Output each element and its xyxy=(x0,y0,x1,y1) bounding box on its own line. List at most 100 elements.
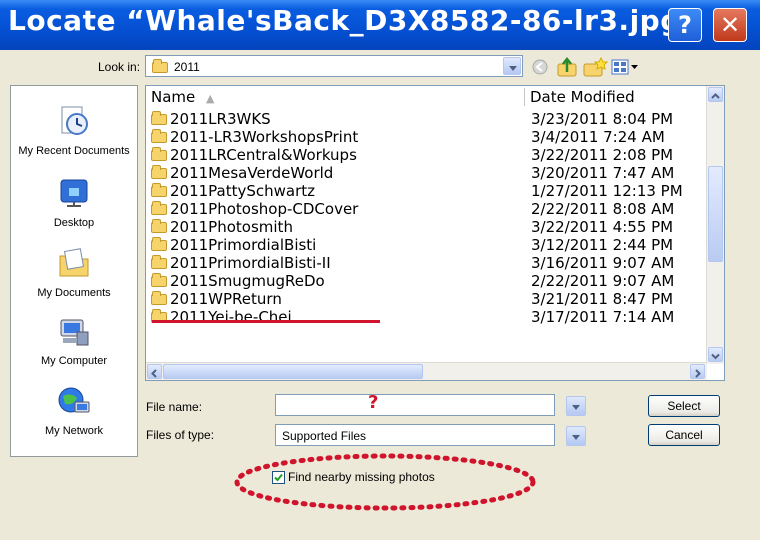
row-name: 2011LRCentral&Workups xyxy=(151,146,357,164)
file-row[interactable]: 2011PrimordialBisti 3/12/2011 2:44 PM xyxy=(146,236,706,254)
find-nearby-label: Find nearby missing photos xyxy=(288,470,435,484)
folder-icon xyxy=(152,59,168,73)
places-bar: My Recent Documents Desktop My Documents xyxy=(10,85,138,457)
file-row[interactable]: 2011Photosmith 3/22/2011 4:55 PM xyxy=(146,218,706,236)
file-row[interactable]: 2011Photoshop-CDCover 2/22/2011 8:08 AM xyxy=(146,200,706,218)
files-of-type-label: Files of type: xyxy=(146,428,215,442)
file-row[interactable]: 2011PrimordialBisti-II 3/16/2011 9:07 AM xyxy=(146,254,706,272)
column-header-name[interactable]: Name ▲ xyxy=(151,88,215,108)
my-network-icon xyxy=(58,387,90,413)
folder-icon xyxy=(151,183,167,197)
file-name-input[interactable]: ? xyxy=(275,392,555,416)
folder-name: 2011PrimordialBisti xyxy=(170,236,317,254)
folder-name: 2011LRCentral&Workups xyxy=(170,146,357,164)
folder-icon xyxy=(151,201,167,215)
date-modified: 3/12/2011 2:44 PM xyxy=(531,236,674,254)
folder-name: 2011-LR3WorkshopsPrint xyxy=(170,128,359,146)
date-modified: 3/23/2011 8:04 PM xyxy=(531,110,674,128)
file-name-dropdown-button[interactable] xyxy=(566,396,586,416)
find-nearby-checkbox[interactable] xyxy=(272,470,285,484)
date-modified: 3/4/2011 7:24 AM xyxy=(531,128,665,146)
place-label: Desktop xyxy=(53,217,95,229)
folder-name: 2011PrimordialBisti-II xyxy=(170,254,331,272)
title-bar[interactable]: Locate “Whale'sBack_D3X8582-86-lr3.jpg” … xyxy=(0,0,760,50)
my-computer-icon xyxy=(60,319,89,346)
folder-name: 2011Yei-be-Chei xyxy=(170,308,292,326)
question-mark-annotation: ? xyxy=(368,392,379,413)
file-row[interactable]: 2011PattySchwartz 1/27/2011 12:13 PM xyxy=(146,182,706,200)
folder-name: 2011WPReturn xyxy=(170,290,282,308)
row-name: 2011PrimordialBisti-II xyxy=(151,254,331,272)
vertical-scrollbar[interactable] xyxy=(706,86,724,364)
chevron-down-icon xyxy=(711,353,720,360)
column-divider[interactable] xyxy=(524,88,525,106)
date-modified: 3/16/2011 9:07 AM xyxy=(531,254,675,272)
place-label: My Computer xyxy=(40,355,108,367)
folder-icon xyxy=(151,291,167,305)
dialog-title: Locate “Whale'sBack_D3X8582-86-lr3.jpg” xyxy=(8,4,700,37)
folder-icon xyxy=(151,237,167,251)
row-name: 2011MesaVerdeWorld xyxy=(151,164,333,182)
place-my-documents[interactable]: My Documents xyxy=(11,246,137,299)
file-row[interactable]: 2011MesaVerdeWorld 3/20/2011 7:47 AM xyxy=(146,164,706,182)
folder-name: 2011SmugmugReDo xyxy=(170,272,325,290)
horizontal-scrollbar[interactable] xyxy=(146,362,707,380)
place-desktop[interactable]: Desktop xyxy=(11,176,137,229)
resize-grip[interactable] xyxy=(742,524,754,536)
chevron-down-icon[interactable] xyxy=(503,57,521,75)
views-menu-icon[interactable] xyxy=(610,57,640,77)
files-of-type-dropdown[interactable]: Supported Files xyxy=(275,424,555,446)
file-row[interactable]: 2011LR3WKS 3/23/2011 8:04 PM xyxy=(146,110,706,128)
column-header-date-modified[interactable]: Date Modified xyxy=(530,88,635,108)
place-my-network[interactable]: My Network xyxy=(11,384,137,437)
folder-name: 2011Photosmith xyxy=(170,218,293,236)
place-label: My Documents xyxy=(37,287,111,299)
folder-name: 2011MesaVerdeWorld xyxy=(170,164,334,182)
scroll-down-button[interactable] xyxy=(708,347,723,362)
scroll-up-button[interactable] xyxy=(708,87,723,102)
file-list[interactable]: Name ▲ Date Modified 2011LR3WKS 3/23/2011… xyxy=(145,85,725,381)
place-my-computer[interactable]: My Computer xyxy=(11,314,137,367)
new-folder-icon[interactable] xyxy=(582,56,608,78)
date-modified: 3/22/2011 4:55 PM xyxy=(531,218,674,236)
file-row[interactable]: 2011Yei-be-Chei 3/17/2011 7:14 AM xyxy=(146,308,706,326)
close-button[interactable]: ✕ xyxy=(713,8,747,42)
folder-name: 2011LR3WKS xyxy=(170,110,271,128)
date-modified: 3/21/2011 8:47 PM xyxy=(531,290,674,308)
folder-icon xyxy=(151,147,167,161)
row-name: 2011WPReturn xyxy=(151,290,282,308)
scroll-right-button[interactable] xyxy=(690,364,705,379)
select-button[interactable]: Select xyxy=(648,395,720,417)
file-row[interactable]: 2011WPReturn 3/21/2011 8:47 PM xyxy=(146,290,706,308)
files-of-type-dropdown-button[interactable] xyxy=(566,426,586,446)
row-name: 2011PrimordialBisti xyxy=(151,236,316,254)
chevron-up-icon xyxy=(711,93,720,99)
scroll-left-button[interactable] xyxy=(147,364,162,379)
help-button[interactable]: ? xyxy=(668,8,702,42)
find-nearby-option[interactable]: Find nearby missing photos xyxy=(272,470,435,484)
back-icon[interactable] xyxy=(530,57,554,77)
look-in-dropdown[interactable]: 2011 xyxy=(145,55,523,77)
folder-icon xyxy=(151,165,167,179)
scroll-thumb[interactable] xyxy=(708,166,723,262)
up-folder-icon[interactable] xyxy=(556,56,580,78)
date-modified: 2/22/2011 8:08 AM xyxy=(531,200,675,218)
desktop-icon xyxy=(60,179,88,207)
look-in-label: Look in: xyxy=(98,60,141,74)
place-my-recent-documents[interactable]: My Recent Documents xyxy=(11,104,137,157)
cancel-button[interactable]: Cancel xyxy=(648,424,720,446)
chevron-right-icon xyxy=(695,369,701,378)
chevron-left-icon xyxy=(151,369,157,378)
file-row[interactable]: 2011SmugmugReDo 2/22/2011 9:07 AM xyxy=(146,272,706,290)
row-name: 2011PattySchwartz xyxy=(151,182,315,200)
place-label: My Recent Documents xyxy=(18,145,130,157)
row-name: 2011LR3WKS xyxy=(151,110,271,128)
row-name: 2011Yei-be-Chei xyxy=(151,308,292,326)
date-modified: 2/22/2011 9:07 AM xyxy=(531,272,675,290)
folder-icon xyxy=(151,111,167,125)
hscroll-thumb[interactable] xyxy=(163,364,423,379)
file-row[interactable]: 2011-LR3WorkshopsPrint 3/4/2011 7:24 AM xyxy=(146,128,706,146)
sort-ascending-icon: ▲ xyxy=(206,92,215,105)
row-name: 2011Photoshop-CDCover xyxy=(151,200,358,218)
file-row[interactable]: 2011LRCentral&Workups 3/22/2011 2:08 PM xyxy=(146,146,706,164)
